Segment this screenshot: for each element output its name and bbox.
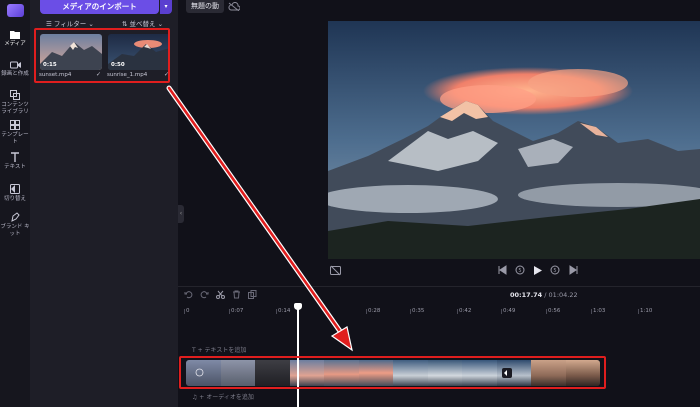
annotation-arrow bbox=[166, 85, 353, 352]
